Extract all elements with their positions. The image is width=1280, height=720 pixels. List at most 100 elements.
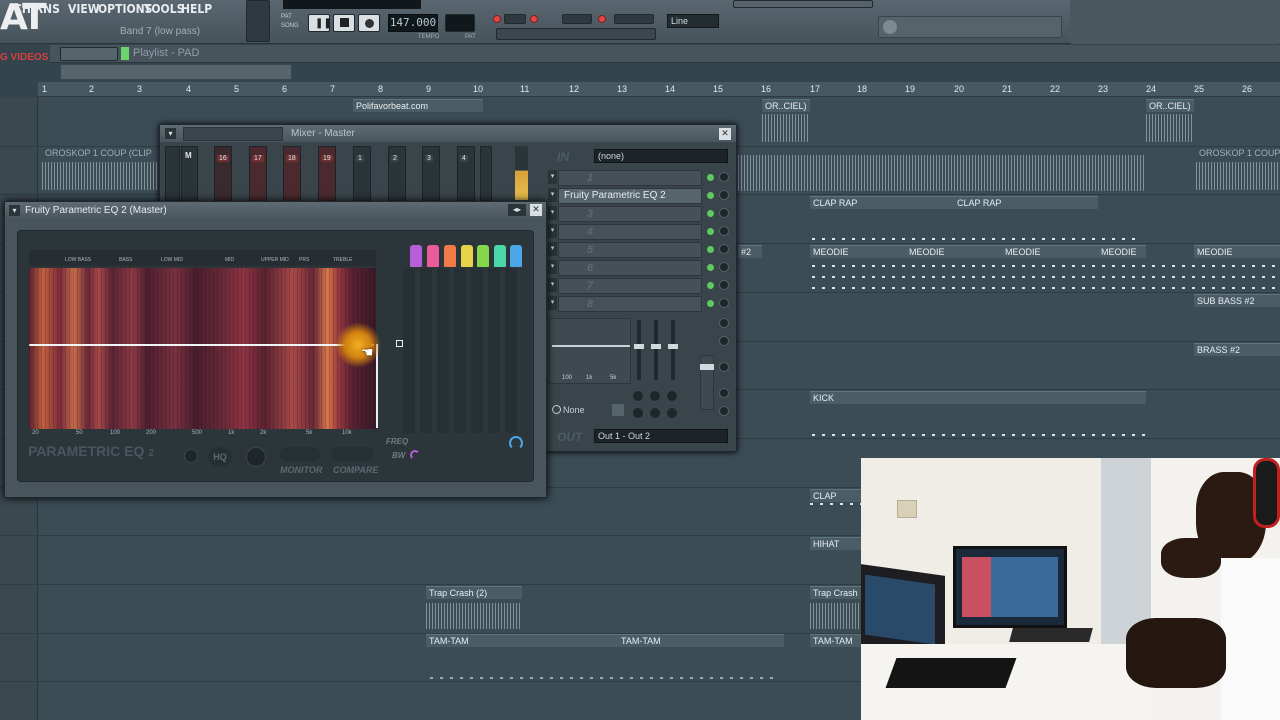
fx-slot-4[interactable]: 4 [558,224,702,240]
eq-gain-slider[interactable] [634,320,644,380]
eq-band-gain-sliders[interactable] [403,268,521,433]
menu-partial[interactable]: CH RNS [14,2,60,16]
slot-arrow[interactable]: ▾ [548,278,557,292]
slot-mix-knob[interactable] [719,190,729,200]
master-volume-slider[interactable] [246,0,270,42]
slot-enable-led[interactable] [707,192,714,199]
step-edit-led[interactable] [598,15,606,23]
clip-label[interactable]: BRASS #2 [1194,343,1280,356]
fx-slot-1[interactable]: 1 [558,170,702,186]
clip-label[interactable]: MEODIE [1098,245,1146,258]
wait-record-led[interactable] [530,15,538,23]
monitor-toggle[interactable] [280,447,320,461]
menu-tools[interactable]: TOOLS [144,2,184,16]
eq-gain-slider[interactable] [651,320,661,380]
clip-label[interactable]: #2 [738,245,762,258]
stop-button[interactable] [333,14,355,32]
mixer-master-strip[interactable]: M [181,146,198,202]
clip-label[interactable]: OR..CIEL) [1146,99,1194,112]
toolbar-button-2[interactable] [562,14,592,24]
slot-arrow[interactable]: ▾ [548,296,557,310]
eq-freq-knob[interactable] [649,390,661,402]
eq-band-node[interactable] [396,340,403,347]
slot-mix-knob[interactable] [719,262,729,272]
clip-label[interactable]: TAM-TAM [426,634,618,647]
mixer-input-select[interactable]: (none) [594,149,728,163]
slot-arrow[interactable]: ▾ [548,170,557,184]
clip-label[interactable]: CLAP [810,489,862,502]
slot-enable-led[interactable] [707,264,714,271]
eq-order-knob[interactable] [184,449,198,463]
mixer-none-select[interactable]: None [563,405,585,415]
mixer-insert-3[interactable]: 3 [422,146,440,202]
clip-label[interactable]: OROSKOP 1 COUP (CLIP [1196,147,1280,160]
mixer-layout-buttons[interactable] [183,127,283,141]
mixer-output-select[interactable]: Out 1 - Out 2 [594,429,728,443]
mixer-menu-arrow[interactable]: ▾ [165,128,176,139]
metronome-led[interactable] [493,15,501,23]
playlist-tool-buttons[interactable] [60,47,118,61]
tempo-display[interactable]: 147.000 [388,14,438,32]
mixer-close-button[interactable]: ✕ [719,128,731,140]
fx-slot-8[interactable]: 8 [558,296,702,312]
mixer-insert-4[interactable]: 4 [457,146,475,202]
fx-slot-2[interactable]: Fruity Parametric EQ 2 [558,188,702,204]
browser-search-input[interactable] [878,16,1062,38]
clip-label[interactable]: MEODIE [1002,245,1098,258]
clip-label[interactable]: TAM-TAM [810,634,862,647]
toolbar-button-row[interactable] [496,28,656,40]
fx-slot-3[interactable]: 3 [558,206,702,222]
clip-label[interactable]: KICK [810,391,1146,404]
slot-arrow[interactable]: ▾ [548,260,557,274]
snap-select[interactable]: Line [667,14,719,28]
mixer-knob[interactable] [719,336,729,346]
eq-band-6-handle[interactable] [494,245,506,267]
mixer-insert-1[interactable]: 1 [353,146,371,202]
mixer-knob[interactable] [719,388,729,398]
toolbar-button-1[interactable] [504,14,526,24]
fx-slot-5[interactable]: 5 [558,242,702,258]
mixer-insert-19[interactable]: 19 [318,146,336,202]
slot-mix-knob[interactable] [719,208,729,218]
slot-enable-led[interactable] [707,246,714,253]
compare-toggle[interactable] [332,447,374,461]
eq-gain-slider[interactable] [668,320,678,380]
mixer-insert-17[interactable]: 17 [249,146,267,202]
eq-bw-knob[interactable] [632,407,644,419]
clip-label[interactable]: OROSKOP 1 COUP (CLIP [42,147,160,160]
slot-mix-knob[interactable] [719,172,729,182]
fx-slot-7[interactable]: 7 [558,278,702,294]
slot-arrow[interactable]: ▾ [548,224,557,238]
fx-slot-6[interactable]: 6 [558,260,702,276]
slot-enable-led[interactable] [707,300,714,307]
mixer-insert-2[interactable]: 2 [388,146,406,202]
mixer-knob[interactable] [719,318,729,328]
clip-label[interactable]: OR..CIEL) [762,99,810,112]
eq-freq-knob[interactable] [509,436,523,450]
toolbar-button-3[interactable] [614,14,654,24]
hq-button[interactable]: HQ [208,447,232,467]
mixer-insert-16[interactable]: 16 [214,146,232,202]
clip-label[interactable]: MEODIE [810,245,906,258]
slot-enable-led[interactable] [707,210,714,217]
slot-arrow[interactable]: ▾ [548,206,557,220]
eq-bw-knob[interactable] [649,407,661,419]
eq-menu-arrow[interactable]: ▾ [9,205,20,216]
eq-band-7-handle[interactable] [510,245,522,267]
mixer-add-button[interactable] [612,404,624,416]
slot-enable-led[interactable] [707,174,714,181]
eq-close-button[interactable]: ✕ [530,204,542,216]
eq-spectrum-display[interactable] [29,268,376,429]
eq-band-4-handle[interactable] [461,245,473,267]
toolbar-tab[interactable] [733,0,873,8]
pattern-display[interactable] [445,14,475,32]
menu-help[interactable]: HELP [181,2,212,16]
mixer-eq-section[interactable]: 100 1k 5k [549,318,631,384]
playlist-ruler[interactable] [38,82,1280,97]
slot-enable-led[interactable] [707,228,714,235]
clip-label[interactable]: Trap Crash (2) [426,586,522,599]
eq-bw-knob[interactable] [666,407,678,419]
record-button[interactable] [358,14,380,32]
playlist-scrollbar[interactable] [60,64,292,80]
clip-label[interactable]: MEODIE [906,245,1002,258]
